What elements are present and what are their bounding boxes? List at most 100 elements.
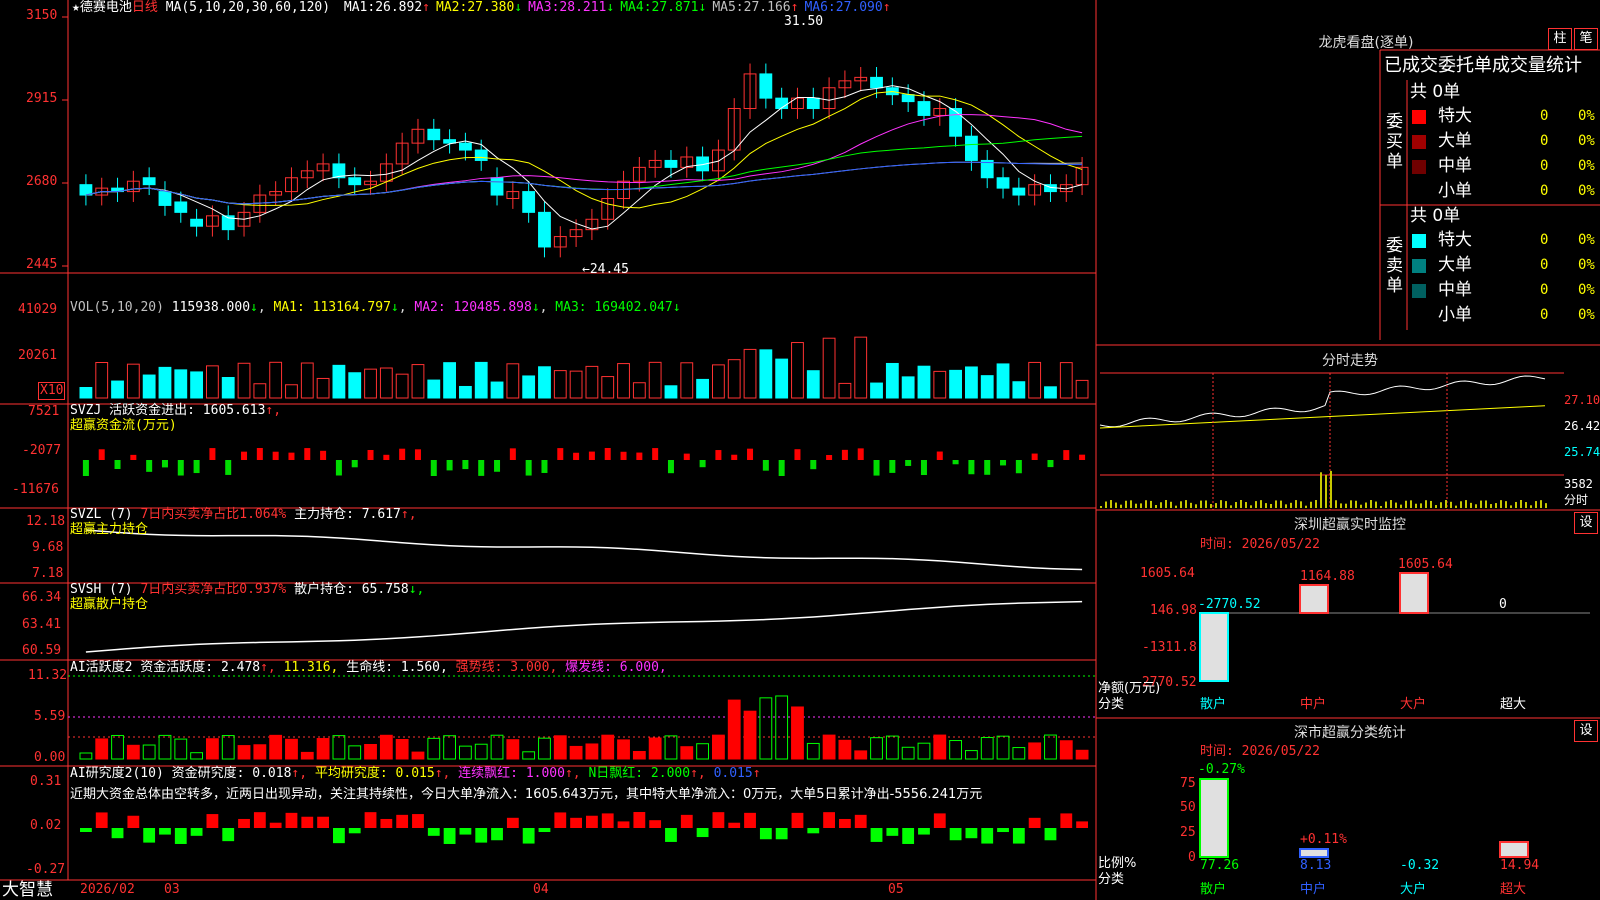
monitor-settings-button[interactable]: 设	[1574, 512, 1598, 534]
date-label-feb: 2026/02	[80, 882, 135, 897]
svzj-tick-mid: -2077	[22, 443, 62, 458]
volume-bar	[569, 370, 583, 399]
intraday-volume-bar	[1130, 500, 1132, 508]
research-bar	[538, 828, 551, 833]
ai-research-comment: 近期大资金总体由空转多，近两日出现异动，关注其持续性，今日大单净流入：1605.…	[70, 787, 983, 802]
monitor-bar-large	[1399, 572, 1429, 614]
fund-flow-bar	[414, 449, 421, 460]
svzj-header: SVZJ 活跃资金进出: 1605.613↑,	[70, 403, 282, 418]
candle-body	[664, 159, 678, 168]
fund-flow-bar	[588, 451, 595, 460]
sell-row-pct: 0%	[1578, 232, 1595, 248]
retail-holding-line	[85, 600, 1083, 653]
volume-bar	[111, 380, 124, 399]
buy-row-name: 中单	[1438, 156, 1472, 176]
candle-body	[870, 76, 883, 89]
sell-row-name: 大单	[1438, 255, 1472, 275]
ma-line-120	[85, 161, 1083, 205]
stat-cat-1: 中户	[1300, 882, 1327, 897]
fund-flow-bar	[731, 454, 738, 460]
buy-total: 共 0单	[1410, 82, 1461, 102]
svzj-subtitle: 超赢资金流(万元)	[70, 418, 177, 433]
activity-bar	[348, 745, 362, 760]
fund-flow-bar	[636, 452, 643, 460]
stat-bar-mid	[1299, 848, 1329, 858]
intraday-volume-bar	[1195, 504, 1197, 508]
research-bar	[174, 828, 187, 844]
activity-bar	[285, 738, 298, 760]
activity-bar	[553, 735, 567, 760]
fund-flow-bar	[794, 449, 801, 460]
stat-date: 时间: 2026/05/22	[1200, 744, 1320, 759]
intraday-volume-bar	[1370, 500, 1372, 508]
volume-bar	[1028, 361, 1042, 399]
tab-bar[interactable]: 柱	[1548, 28, 1572, 50]
activity-bar	[332, 735, 346, 760]
intraday-volume-bar	[1355, 500, 1357, 508]
intraday-volume-bar	[1135, 503, 1137, 508]
stock-name[interactable]: 德赛电池	[80, 0, 132, 15]
fund-flow-bar	[1063, 450, 1070, 460]
intraday-volume-bar	[1530, 505, 1532, 508]
intraday-volume-bar	[1225, 501, 1227, 508]
intraday-vol-tick: 3582	[1564, 477, 1593, 491]
period-label[interactable]: 日线	[132, 0, 158, 15]
brand-logo: 大智慧	[2, 880, 53, 900]
tab-tick[interactable]: 笔	[1574, 28, 1598, 50]
fund-flow-bar	[367, 449, 374, 460]
ai-tick-mid: 5.59	[34, 709, 66, 724]
monitor-label-mid: 1164.88	[1300, 569, 1355, 584]
intraday-volume-bar	[1350, 500, 1352, 508]
vol-ma2: MA2: 120485.898	[414, 300, 532, 315]
sell-row-pct: 0%	[1578, 257, 1595, 273]
buy-row-pct: 0%	[1578, 133, 1595, 149]
research-bar	[791, 812, 804, 828]
stat-settings-button[interactable]: 设	[1574, 720, 1598, 742]
activity-bar	[237, 745, 251, 760]
stat-tick-50: 50	[1180, 800, 1196, 815]
intraday-volume-bar	[1105, 501, 1107, 508]
buy-row-count: 0	[1540, 133, 1549, 149]
research-bar	[269, 822, 282, 828]
research-bar	[807, 828, 820, 834]
volume-bar	[158, 366, 172, 399]
intraday-volume-bar	[1395, 502, 1397, 508]
fund-flow-bar	[478, 460, 485, 476]
activity-bar	[269, 734, 283, 760]
volume-bar	[996, 363, 1010, 399]
stat-value-0: 77.26	[1200, 858, 1240, 873]
svsh-subtitle: 超赢散户持仓	[70, 597, 149, 612]
stat-tick-0: 0	[1188, 850, 1196, 865]
research-bar	[412, 814, 424, 828]
buy-color-swatch	[1412, 160, 1426, 174]
activity-bar	[490, 734, 504, 760]
stat-cat-2: 大户	[1400, 882, 1427, 897]
fund-flow-bar	[652, 448, 659, 460]
buy-row-count: 0	[1540, 158, 1549, 174]
stat-tick-25: 25	[1180, 825, 1196, 840]
ma-line-30	[85, 135, 1083, 205]
research-bar	[617, 821, 630, 828]
activity-bar	[316, 738, 330, 760]
svzl-subtitle: 超赢主力持仓	[70, 522, 149, 537]
volume-bar	[680, 362, 694, 399]
candle-body	[996, 177, 1010, 189]
fund-flow-bar	[320, 450, 327, 460]
research-bar	[522, 828, 535, 844]
research-bar	[1044, 828, 1057, 841]
volume-bar	[427, 379, 441, 399]
activity-bar	[933, 734, 947, 760]
sell-row-count: 0	[1540, 232, 1549, 248]
vol-tick-20261: 20261	[18, 348, 58, 363]
candle-body	[474, 149, 488, 161]
monitor-date: 时间: 2026/05/22	[1200, 537, 1320, 552]
volume-bar	[965, 366, 978, 399]
activity-bar	[1012, 747, 1026, 760]
sell-row-pct: 0%	[1578, 307, 1595, 323]
intraday-volume-bar	[1290, 502, 1292, 508]
intraday-volume-bar	[1455, 505, 1457, 508]
volume-bar	[411, 364, 425, 399]
activity-bar	[126, 744, 140, 760]
ai-header: AI活跃度2 资金活跃度: 2.478↑, 11.316, 生命线: 1.560…	[70, 660, 667, 675]
activity-bar	[379, 734, 393, 760]
